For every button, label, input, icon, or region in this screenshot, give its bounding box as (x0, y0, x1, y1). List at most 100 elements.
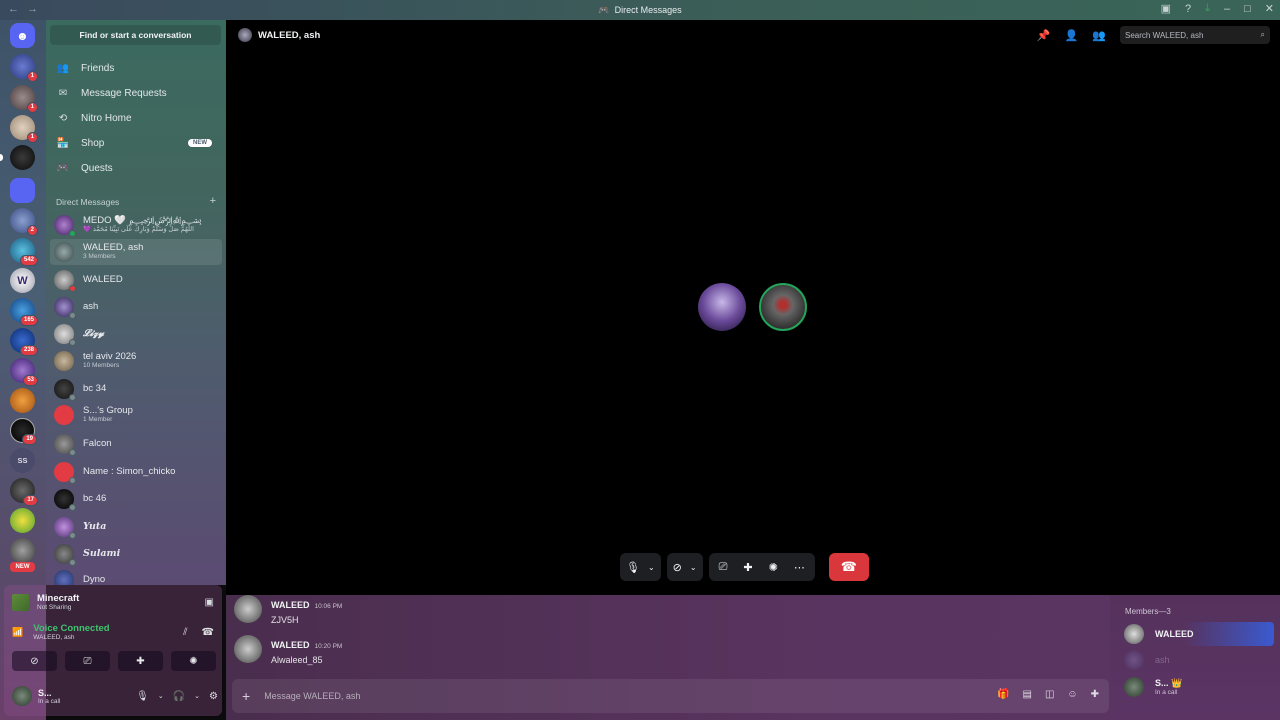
dm-item[interactable]: WALEED (50, 267, 222, 293)
mention-badge: 1 (26, 71, 38, 82)
server-icon[interactable] (10, 178, 35, 203)
back-arrow-icon[interactable]: ← (8, 3, 19, 15)
search-input[interactable]: Search WALEED, ash ⌕ (1120, 26, 1270, 44)
header-tools: 📌 👤 👥 Search WALEED, ash ⌕ (1037, 26, 1270, 44)
server-icon[interactable]: 542 (10, 238, 38, 266)
dm-item[interactable]: MEDO 🤍 ﷽ 💜 اللَّهُمَّ صَلِّ وَسَلِّمْ وَب… (50, 212, 222, 238)
avatar (12, 686, 32, 706)
home-button[interactable]: ☻ (10, 23, 35, 48)
call-participant-avatar[interactable] (698, 283, 746, 331)
nav-nitro-home[interactable]: ⟲ Nitro Home (50, 107, 222, 129)
server-icon[interactable] (10, 508, 35, 533)
create-dm-icon[interactable]: + (210, 196, 216, 207)
dm-item[interactable]: Sulami (50, 541, 222, 567)
emoji-icon[interactable]: ☺ (1067, 689, 1077, 700)
avatar (54, 297, 76, 319)
dm-item[interactable]: tel aviv 2026 10 Members (50, 348, 222, 374)
nav-quests[interactable]: 🎮 Quests (50, 157, 222, 179)
member-item[interactable]: WALEED (1124, 622, 1274, 646)
download-icon[interactable]: ⤓ (1205, 2, 1210, 15)
activities-icon[interactable]: ✚ (743, 561, 752, 574)
discord-logo-icon: ☻ (16, 28, 29, 43)
screen-share-icon[interactable]: ⎚ (719, 561, 728, 574)
avatar[interactable] (234, 635, 262, 663)
mic-control[interactable]: 🎙 ⌄ (620, 553, 661, 581)
server-icon[interactable] (10, 388, 35, 413)
mention-badge: 542 (19, 255, 38, 266)
dm-item[interactable]: Name : Simon_chicko (50, 459, 222, 485)
close-icon[interactable]: ✕ (1265, 2, 1274, 15)
pin-icon[interactable]: 📌 (1037, 29, 1051, 42)
new-label[interactable]: NEW (10, 562, 35, 572)
server-icon[interactable] (0, 145, 35, 170)
server-icon[interactable]: 165 (10, 298, 38, 326)
activities-button[interactable]: ✚ (118, 651, 163, 671)
inbox-icon[interactable]: ▣ (1161, 2, 1171, 15)
leave-call-button[interactable]: ☎ (828, 553, 869, 581)
dm-item[interactable]: 𝓛𝓲𝔃𝔂 (50, 321, 222, 347)
avatar[interactable] (234, 595, 262, 623)
server-icon[interactable]: 238 (10, 328, 38, 356)
call-area: WALEED, ash 📌 👤 👥 Search WALEED, ash ⌕ 🎙… (226, 20, 1280, 595)
server-icon[interactable]: 1 (10, 115, 38, 143)
current-user[interactable]: S... In a call 🎙 ⌄ 🎧 ⌄ ⚙ (12, 683, 218, 709)
headphones-icon[interactable]: 🎧 (173, 691, 185, 702)
dm-item[interactable]: S...'s Group 1 Member (50, 402, 222, 428)
stream-game-icon[interactable]: ▣ (205, 597, 214, 608)
add-attachment-icon[interactable]: + (242, 688, 250, 704)
server-icon[interactable]: 1 (10, 54, 38, 82)
minimize-icon[interactable]: – (1224, 3, 1230, 15)
gift-icon[interactable]: 🎁 (997, 689, 1009, 700)
avatar (54, 379, 76, 401)
find-conversation-button[interactable]: Find or start a conversation (50, 25, 221, 45)
apps-icon[interactable]: ✚ (1091, 689, 1099, 700)
voice-status: 📶 Voice Connected WALEED, ash ⫽ ☎ (12, 623, 214, 641)
chevron-down-icon[interactable]: ⌄ (158, 692, 164, 700)
disconnect-icon[interactable]: ☎ (202, 627, 214, 638)
quests-icon: 🎮 (56, 162, 70, 174)
server-icon[interactable]: 2 (10, 208, 38, 236)
microphone-icon[interactable]: 🎙 (136, 691, 149, 702)
forward-arrow-icon[interactable]: → (27, 3, 38, 15)
member-item[interactable]: ash (1124, 648, 1274, 672)
help-icon[interactable]: ? (1185, 3, 1191, 15)
server-icon[interactable]: 53 (10, 358, 38, 386)
camera-off-button[interactable]: ⊘ (12, 651, 57, 671)
signal-icon[interactable]: 📶 (12, 627, 23, 638)
dm-item[interactable]: bc 34 (50, 376, 222, 402)
dm-item[interactable]: Yuta (50, 514, 222, 540)
channel-header: WALEED, ash 📌 👤 👥 Search WALEED, ash ⌕ (226, 20, 1280, 50)
server-icon[interactable]: W (10, 268, 35, 293)
gif-icon[interactable]: ▤ (1022, 689, 1031, 700)
message: WALEED 10:06 PM ZJV5H (234, 595, 834, 625)
server-icon[interactable]: 19 (10, 418, 37, 445)
noise-suppression-icon[interactable]: ⫽ (183, 627, 187, 638)
member-item[interactable]: S... 👑 In a call (1124, 675, 1274, 699)
more-icon[interactable]: ⋯ (794, 561, 805, 574)
member-list-icon[interactable]: 👥 (1092, 29, 1106, 42)
nav-message-requests[interactable]: ✉ Message Requests (50, 82, 222, 104)
soundboard-icon[interactable]: ✺ (769, 561, 778, 574)
chevron-down-icon[interactable]: ⌄ (194, 692, 200, 700)
call-participant-avatar[interactable] (759, 283, 807, 331)
add-friends-icon[interactable]: 👤 (1065, 29, 1079, 42)
server-icon-ss[interactable]: SS (10, 448, 35, 473)
dm-item[interactable]: bc 46 (50, 486, 222, 512)
sticker-icon[interactable]: ◫ (1045, 689, 1054, 700)
camera-control[interactable]: ⊘ ⌄ (666, 553, 703, 581)
dm-item[interactable]: Falcon (50, 431, 222, 457)
dm-item-selected[interactable]: WALEED, ash 3 Members (50, 239, 222, 265)
server-icon[interactable]: 17 (10, 478, 38, 506)
nav-friends[interactable]: 👥 Friends (50, 57, 222, 79)
share-screen-button[interactable]: ⎚ (65, 651, 110, 671)
dm-item[interactable]: Dyno (50, 567, 222, 585)
discord-window: ← → 🎮 Direct Messages ▣ ? ⤓ – □ ✕ ☻ 1 1 … (0, 0, 1280, 720)
soundboard-button[interactable]: ✺ (171, 651, 216, 671)
server-icon[interactable]: 1 (10, 85, 38, 113)
nav-shop[interactable]: 🏪 Shop NEW (50, 132, 222, 154)
message-input[interactable]: + Message WALEED, ash 🎁 ▤ ◫ ☺ ✚ (232, 679, 1109, 713)
maximize-icon[interactable]: □ (1244, 3, 1251, 15)
dm-item[interactable]: ash (50, 294, 222, 320)
gear-icon[interactable]: ⚙ (209, 691, 218, 702)
server-icon[interactable] (10, 538, 35, 563)
